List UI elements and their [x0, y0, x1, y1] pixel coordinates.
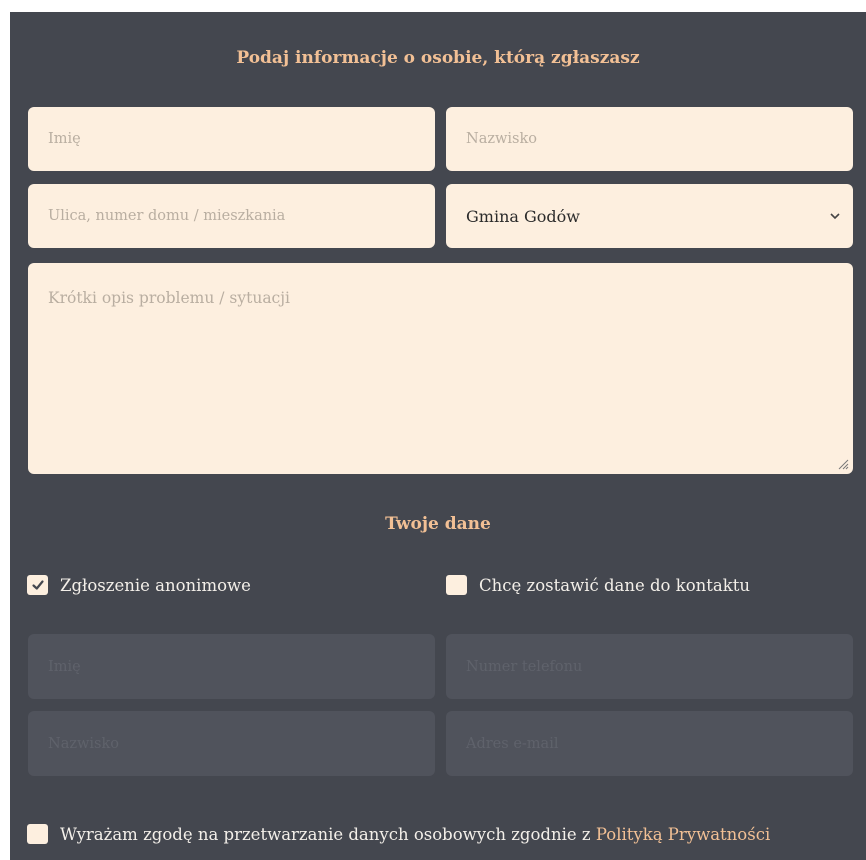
contact-email-input[interactable]: Adres e-mail [446, 711, 853, 776]
contact-phone-placeholder: Numer telefonu [466, 658, 583, 675]
contact-first-name-input[interactable]: Imię [28, 634, 435, 699]
consent-checkbox-row[interactable]: Wyrażam zgodę na przetwarzanie danych os… [27, 824, 770, 844]
report-form-panel: Podaj informacje o osobie, którą zgłasza… [10, 12, 866, 860]
chevron-down-icon [830, 213, 840, 220]
anonymous-checkbox[interactable] [27, 575, 48, 595]
anonymous-checkbox-row[interactable]: Zgłoszenie anonimowe [27, 575, 251, 595]
anonymous-label: Zgłoszenie anonimowe [60, 575, 251, 595]
address-placeholder: Ulica, numer domu / mieszkania [48, 208, 286, 224]
privacy-policy-link[interactable]: Polityką Prywatności [596, 825, 770, 844]
contact-first-name-placeholder: Imię [48, 658, 81, 675]
contact-heading: Twoje dane [385, 514, 491, 534]
first-name-input[interactable]: Imię [28, 107, 435, 171]
municipality-selected-value: Gmina Godów [466, 206, 580, 226]
municipality-select[interactable]: Gmina Godów [446, 184, 853, 248]
contact-phone-input[interactable]: Numer telefonu [446, 634, 853, 699]
first-name-placeholder: Imię [48, 131, 81, 147]
leave-contact-checkbox-row[interactable]: Chcę zostawić dane do kontaktu [446, 575, 750, 595]
consent-checkbox[interactable] [27, 824, 48, 844]
last-name-input[interactable]: Nazwisko [446, 107, 853, 171]
leave-contact-checkbox[interactable] [446, 575, 467, 595]
check-icon [31, 580, 44, 590]
description-textarea[interactable]: Krótki opis problemu / sytuacji [28, 263, 853, 474]
resize-handle-icon[interactable] [837, 458, 849, 470]
form-heading: Podaj informacje o osobie, którą zgłasza… [236, 48, 640, 68]
address-input[interactable]: Ulica, numer domu / mieszkania [28, 184, 435, 248]
description-placeholder: Krótki opis problemu / sytuacji [48, 289, 290, 307]
leave-contact-label: Chcę zostawić dane do kontaktu [479, 575, 751, 595]
consent-text: Wyrażam zgodę na przetwarzanie danych os… [60, 824, 591, 844]
contact-last-name-placeholder: Nazwisko [48, 735, 119, 752]
contact-email-placeholder: Adres e-mail [466, 735, 559, 752]
contact-last-name-input[interactable]: Nazwisko [28, 711, 435, 776]
last-name-placeholder: Nazwisko [466, 131, 537, 147]
